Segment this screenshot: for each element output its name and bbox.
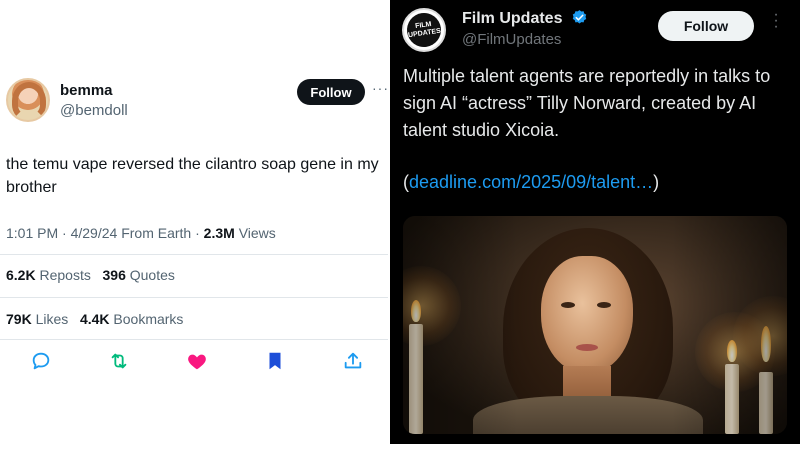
reply-icon[interactable] [30,350,52,372]
repost-icon[interactable] [108,350,130,372]
divider [0,339,388,340]
tweet-date[interactable]: 4/29/24 [71,225,118,241]
display-name[interactable]: Film Updates [462,9,588,28]
quotes-count[interactable]: 396 [103,267,126,283]
likes-label[interactable]: Likes [36,311,69,327]
views-count: 2.3M [203,225,235,241]
tweet-time[interactable]: 1:01 PM [6,225,58,241]
more-options-icon[interactable]: ··· [772,7,780,35]
avatar-logo-text: FILM UPDATES [404,10,444,50]
more-options-icon[interactable]: ··· [372,80,389,96]
likes-count[interactable]: 79K [6,311,32,327]
user-handle[interactable]: @bemdoll [60,102,128,119]
likes-bookmarks-row: 79K Likes 4.4K Bookmarks [6,311,183,327]
article-link[interactable]: deadline.com/2025/09/talent… [409,172,653,192]
verified-badge-icon [571,9,588,26]
tweet-text: Multiple talent agents are reportedly in… [403,66,771,140]
tweet-image[interactable] [403,216,787,434]
user-handle[interactable]: @FilmUpdates [462,31,561,48]
display-name[interactable]: bemma [60,82,113,99]
tweet-meta: 1:01 PM · 4/29/24 From Earth · 2.3M View… [6,225,276,241]
bemma-avatar[interactable] [6,78,50,122]
share-icon[interactable] [342,350,364,372]
divider [0,297,388,298]
follow-button[interactable]: Follow [658,11,754,41]
bookmark-icon[interactable] [264,350,286,372]
tweet-text: the temu vape reversed the cilantro soap… [6,156,379,196]
like-icon[interactable] [186,350,208,372]
follow-button[interactable]: Follow [297,79,365,105]
link-close-paren: ) [653,172,660,192]
tweet-source: From Earth [121,225,192,241]
filmupdates-avatar[interactable]: FILM UPDATES [402,8,446,52]
bookmarks-count[interactable]: 4.4K [80,311,110,327]
reposts-count[interactable]: 6.2K [6,267,36,283]
action-bar [30,350,362,374]
tweet-link-line: (deadline.com/2025/09/talent…) [403,172,659,193]
reposts-quotes-row: 6.2K Reposts 396 Quotes [6,267,175,283]
right-tweet-panel: FILM UPDATES Film Updates @FilmUpdates F… [390,0,800,444]
divider [0,254,388,255]
bookmarks-label[interactable]: Bookmarks [113,311,183,327]
left-tweet-panel: bemma @bemdoll Follow ··· the temu vape … [0,0,390,450]
bottom-strip [390,444,800,450]
views-label: Views [238,225,276,241]
image-vignette [403,216,787,434]
quotes-label[interactable]: Quotes [130,267,175,283]
reposts-label[interactable]: Reposts [39,267,90,283]
display-name-text: Film Updates [462,10,563,27]
